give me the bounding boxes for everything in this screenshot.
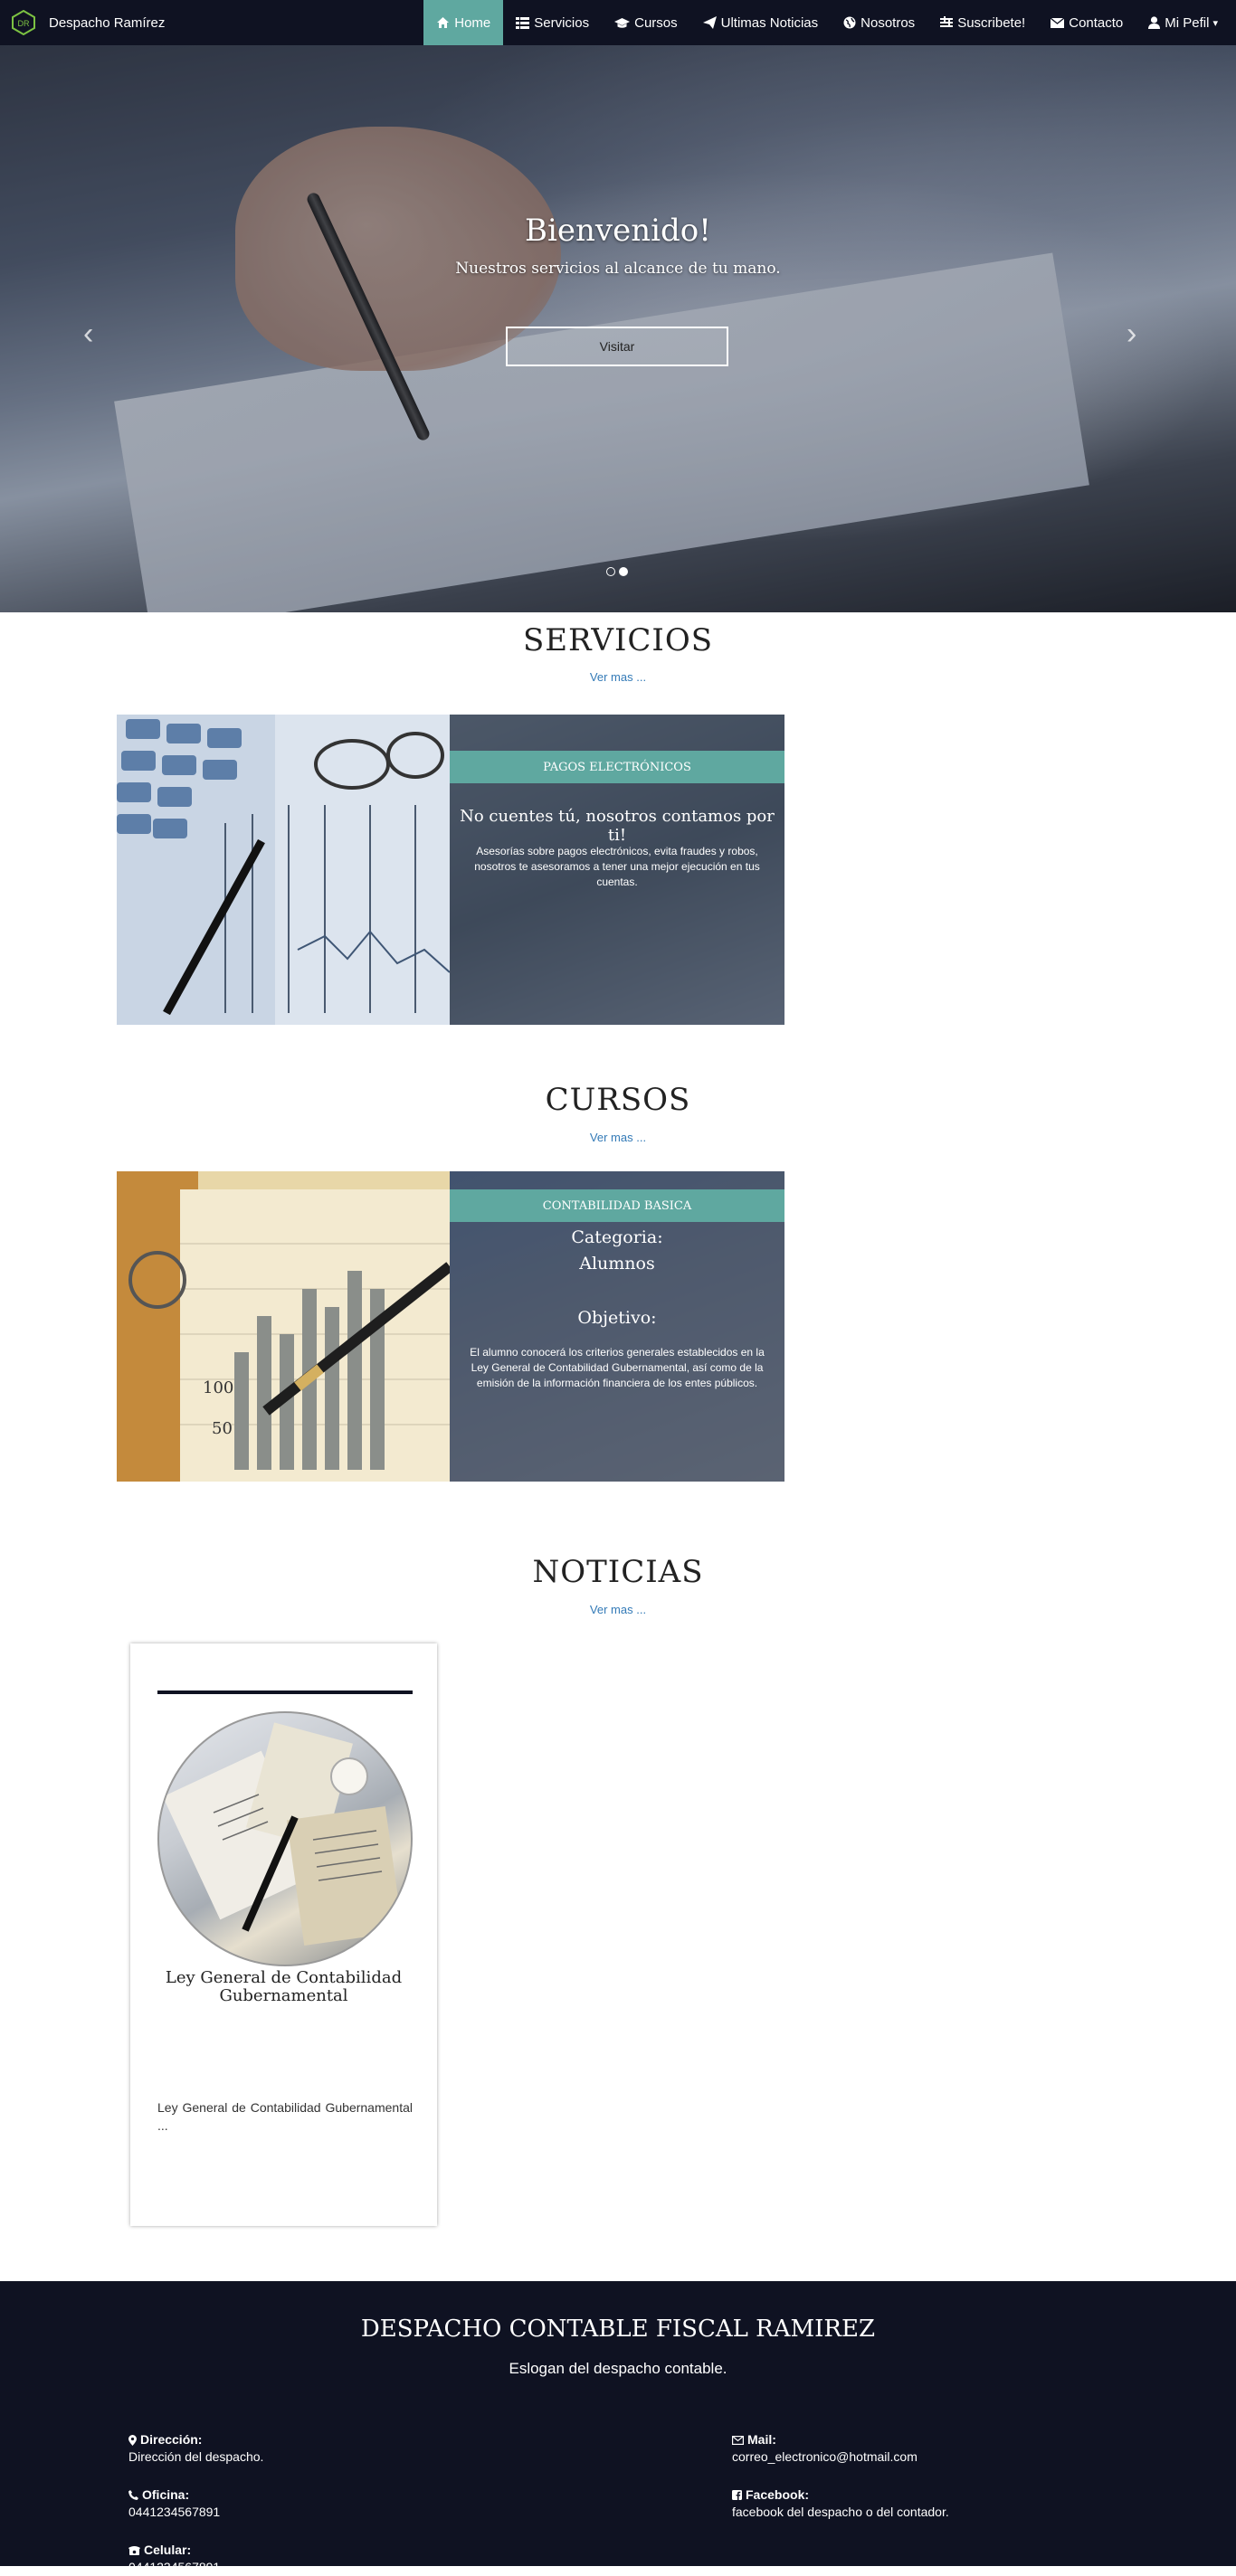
- servicio-band: PAGOS ELECTRÓNICOS: [450, 751, 784, 783]
- carousel-indicators: [606, 567, 628, 576]
- curso-card[interactable]: 100 50 CONTABILIDAD BASICA Categoria: Al…: [117, 1171, 784, 1482]
- envelope-o-icon: [732, 2435, 744, 2445]
- user-icon: [1148, 16, 1161, 29]
- graduation-cap-icon: [614, 17, 631, 28]
- curso-objetivo-text: El alumno conocerá los criterios general…: [470, 1346, 765, 1389]
- calculator-image: [117, 715, 450, 1025]
- news-title: Ley General de Contabilidad Gubernamenta…: [165, 1968, 403, 2005]
- brand-logo-icon: DR: [12, 10, 35, 35]
- curso-objetivo-label: Objetivo:: [577, 1308, 657, 1328]
- noticias-ver-mas-link[interactable]: Ver mas ...: [0, 1603, 1236, 1616]
- footer-facebook-value[interactable]: facebook del despacho o del contador.: [732, 2504, 949, 2521]
- map-marker-icon: [128, 2434, 137, 2446]
- hero-carousel: Bienvenido! Nuestros servicios al alcanc…: [0, 45, 1236, 612]
- footer-facebook-label: Facebook:: [746, 2487, 810, 2502]
- footer-oficina-label: Oficina:: [142, 2487, 190, 2502]
- footer-slogan: Eslogan del despacho contable.: [509, 2360, 727, 2377]
- carousel-dot-2[interactable]: [619, 567, 628, 576]
- curso-info: CONTABILIDAD BASICA Categoria: Alumnos O…: [450, 1171, 784, 1482]
- brand[interactable]: DR Despacho Ramírez: [11, 0, 165, 45]
- subscribe-icon: [940, 16, 954, 27]
- nav-mi-perfil-label: Mi Pefil: [1165, 14, 1210, 31]
- servicio-info: PAGOS ELECTRÓNICOS No cuentes tú, nosotr…: [450, 715, 784, 1025]
- chart-pen-image: 100 50: [117, 1171, 450, 1482]
- news-card[interactable]: Ley General de Contabilidad Gubernamenta…: [130, 1643, 437, 2226]
- svg-text:50: 50: [212, 1419, 233, 1438]
- footer-mail-value[interactable]: correo_electronico@hotmail.com: [732, 2448, 917, 2466]
- curso-image: 100 50: [117, 1171, 450, 1482]
- servicios-title: SERVICIOS: [522, 622, 714, 658]
- footer-mail-label: Mail:: [747, 2432, 776, 2447]
- footer-celular-value: 0441234567891: [128, 2560, 221, 2574]
- svg-text:DR: DR: [18, 19, 30, 28]
- footer-celular-label: Celular:: [144, 2543, 192, 2557]
- footer-title: DESPACHO CONTABLE FISCAL RAMIREZ: [360, 2316, 876, 2343]
- cursos-ver-mas-link[interactable]: Ver mas ...: [0, 1131, 1236, 1144]
- receipts-image: [162, 1722, 404, 1946]
- nav-suscribete-label: Suscribete!: [957, 14, 1026, 31]
- nav-cursos[interactable]: Cursos: [602, 0, 690, 45]
- servicio-image: [117, 715, 450, 1025]
- curso-categoria-label: Categoria:: [571, 1227, 663, 1247]
- nav-nosotros[interactable]: Nosotros: [831, 0, 927, 45]
- nav-servicios-label: Servicios: [534, 14, 590, 31]
- servicio-heading: No cuentes tú, nosotros contamos por ti!: [460, 807, 775, 845]
- carousel-dot-1[interactable]: [606, 567, 615, 576]
- nav-mi-perfil[interactable]: Mi Pefil ▾: [1136, 0, 1231, 45]
- nav-home-label: Home: [454, 14, 491, 31]
- news-card-bar: [157, 1690, 413, 1694]
- cursos-title: CURSOS: [545, 1082, 691, 1118]
- footer-direccion-value: Dirección del despacho.: [128, 2449, 264, 2464]
- footer-direccion-label: Dirección:: [140, 2432, 203, 2447]
- footer-oficina-value: 0441234567891: [128, 2505, 221, 2519]
- nav-noticias-label: Ultimas Noticias: [720, 14, 819, 31]
- envelope-icon: [1051, 17, 1065, 28]
- home-icon: [437, 17, 450, 28]
- news-description: Ley General de Contabilidad Gubernamenta…: [157, 2100, 413, 2133]
- footer-facebook: Facebook: facebook del despacho o del co…: [732, 2486, 949, 2521]
- nav-contacto-label: Contacto: [1069, 14, 1124, 31]
- nav-menu: Home Servicios Cursos Ultimas Noticias N…: [423, 0, 1231, 45]
- servicio-card[interactable]: PAGOS ELECTRÓNICOS No cuentes tú, nosotr…: [117, 715, 784, 1025]
- hero-subtitle: Nuestros servicios al alcance de tu mano…: [455, 260, 781, 278]
- servicios-ver-mas-link[interactable]: Ver mas ...: [0, 670, 1236, 684]
- nav-noticias[interactable]: Ultimas Noticias: [690, 0, 832, 45]
- footer: DESPACHO CONTABLE FISCAL RAMIREZ Eslogan…: [0, 2281, 1236, 2574]
- hero-title: Bienvenido!: [525, 213, 711, 249]
- footer-direccion: Dirección: Dirección del despacho.: [128, 2431, 263, 2466]
- nav-servicios[interactable]: Servicios: [503, 0, 602, 45]
- footer-oficina: Oficina: 0441234567891: [128, 2486, 220, 2521]
- news-image: [157, 1711, 413, 1966]
- list-icon: [516, 16, 530, 29]
- facebook-icon: [732, 2490, 742, 2500]
- noticias-title: NOTICIAS: [532, 1554, 704, 1590]
- curso-band: CONTABILIDAD BASICA: [450, 1189, 784, 1222]
- footer-celular: Celular: 0441234567891: [128, 2542, 220, 2576]
- curso-categoria-value: Alumnos: [579, 1254, 655, 1274]
- svg-text:100: 100: [203, 1378, 233, 1397]
- nav-nosotros-label: Nosotros: [860, 14, 916, 31]
- brand-name: Despacho Ramírez: [49, 14, 166, 31]
- phone-icon: [128, 2490, 138, 2500]
- nav-cursos-label: Cursos: [634, 14, 678, 31]
- carousel-prev-icon[interactable]: ‹: [83, 317, 93, 352]
- chevron-down-icon: ▾: [1212, 17, 1218, 29]
- footer-mail: Mail: correo_electronico@hotmail.com: [732, 2431, 917, 2466]
- servicio-text: Asesorías sobre pagos electrónicos, evit…: [474, 845, 760, 888]
- nav-contacto[interactable]: Contacto: [1038, 0, 1136, 45]
- top-navbar: DR Despacho Ramírez Home Servicios Curso…: [0, 0, 1236, 45]
- nav-home[interactable]: Home: [423, 0, 504, 45]
- hero-visit-button[interactable]: Visitar: [506, 327, 728, 366]
- carousel-next-icon[interactable]: ›: [1127, 317, 1136, 352]
- send-icon: [702, 16, 717, 29]
- nav-suscribete[interactable]: Suscribete!: [927, 0, 1038, 45]
- phone-alt-icon: [128, 2546, 140, 2555]
- globe-icon: [843, 16, 856, 29]
